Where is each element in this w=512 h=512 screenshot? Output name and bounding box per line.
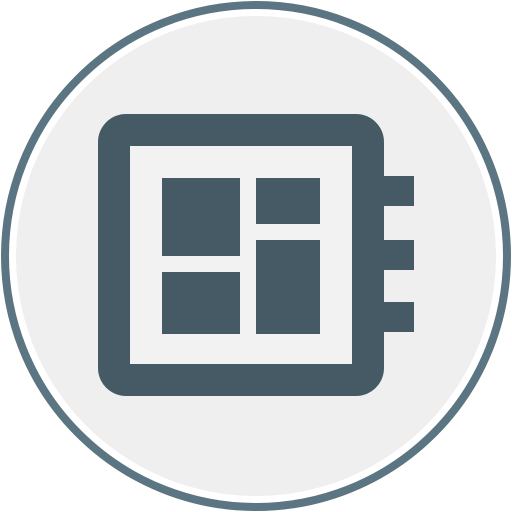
tile-top-left	[162, 178, 240, 256]
tile-bottom-right	[256, 240, 320, 334]
icon-stage	[0, 0, 512, 512]
tile-top-right	[256, 178, 320, 224]
tile-bottom-left	[162, 272, 240, 334]
dashboard-layout-icon	[1, 1, 511, 511]
